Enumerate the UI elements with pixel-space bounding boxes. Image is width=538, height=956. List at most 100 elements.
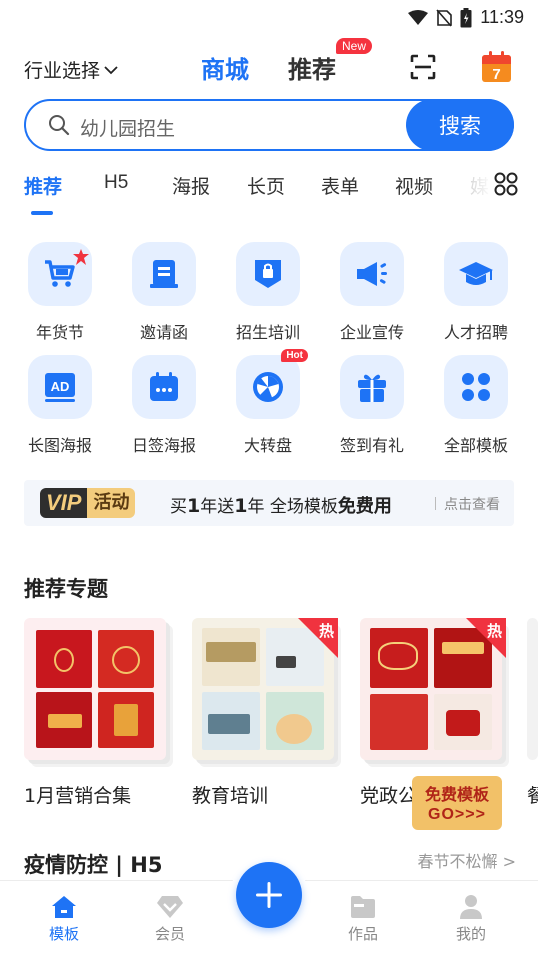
industry-select-label: 行业选择: [24, 60, 101, 82]
create-button[interactable]: [236, 862, 302, 928]
industry-select[interactable]: 行业选择: [24, 56, 118, 83]
feature-label: 邀请函: [139, 323, 188, 342]
epidemic-title: 疫情防控 | H5: [24, 853, 163, 877]
tab-video[interactable]: 视频: [395, 172, 433, 199]
search-icon: [49, 115, 70, 136]
promo-free: 免费用: [337, 496, 392, 517]
tab-form[interactable]: 表单: [321, 172, 359, 199]
new-badge: New: [336, 38, 373, 54]
gift-icon: [340, 355, 404, 419]
tab-recommend-category[interactable]: 推荐: [24, 172, 62, 199]
tab-fade: [462, 172, 492, 202]
nav-templates[interactable]: 模板: [34, 893, 94, 944]
nav-label: 模板: [48, 925, 79, 943]
hot-label: 热: [486, 622, 502, 640]
status-time: 11:39: [480, 7, 524, 27]
home-icon: [52, 896, 76, 918]
bottom-nav: 模板 会员 作品 我的: [0, 856, 538, 956]
svg-text:AD: AD: [51, 379, 70, 394]
free-badge-line1: 免费模板: [424, 785, 489, 804]
topic-name: 1月营销合集: [24, 785, 132, 807]
active-tab-indicator: [31, 211, 53, 215]
vip-promo: 买1年送1年 全场模板免费用: [170, 492, 392, 518]
recommended-title: 推荐专题: [24, 577, 108, 601]
divider: [435, 497, 436, 510]
feature-label: 人才招聘: [443, 323, 508, 342]
feature-new-year[interactable]: 年货节: [10, 242, 110, 343]
nav-label: 作品: [347, 925, 378, 943]
tab-h5[interactable]: H5: [104, 172, 128, 194]
feature-label: 企业宣传: [339, 323, 404, 342]
feature-corporate[interactable]: 企业宣传: [322, 242, 422, 343]
free-template-badge[interactable]: 免费模板 GO>>>: [412, 776, 502, 830]
feature-wheel[interactable]: Hot 大转盘: [218, 349, 318, 456]
feature-label: 大转盘: [243, 436, 292, 455]
vip-tag: VIP 活动: [40, 488, 136, 518]
calendar-day: 7: [492, 66, 500, 83]
invitation-icon: [132, 242, 196, 306]
tab-mall[interactable]: 商城: [201, 50, 249, 85]
topic-name: 党政公: [360, 785, 418, 807]
topic-name: 教育培训: [192, 785, 269, 807]
vip-banner[interactable]: VIP 活动 买1年送1年 全场模板免费用 点击查看: [24, 480, 514, 526]
nav-label: 我的: [455, 925, 486, 943]
feature-label: 长图海报: [27, 436, 92, 455]
feature-daily-poster[interactable]: 日签海报: [114, 355, 214, 456]
feature-long-poster[interactable]: AD 长图海报: [10, 355, 110, 456]
hot-label: 热: [318, 622, 334, 640]
promo-text: 买: [170, 497, 187, 517]
feature-enrollment[interactable]: 招生培训: [218, 242, 318, 343]
apps-icon: [444, 355, 508, 419]
badge-icon: [236, 242, 300, 306]
diamond-icon: [157, 896, 183, 918]
search-bar[interactable]: 幼儿园招生 搜索: [24, 99, 514, 151]
nav-label: 会员: [154, 925, 185, 943]
promo-number: 1: [234, 495, 248, 517]
topic-card-marketing[interactable]: [24, 618, 170, 764]
feature-invitation[interactable]: 邀请函: [114, 242, 214, 343]
feature-label: 全部模板: [443, 436, 508, 455]
promo-number: 1: [187, 495, 201, 517]
search-input[interactable]: 幼儿园招生: [80, 114, 175, 141]
all-categories-icon[interactable]: [494, 172, 518, 196]
feature-label: 签到有礼: [339, 436, 404, 455]
tab-poster[interactable]: 海报: [172, 172, 210, 199]
calendar-icon: [132, 355, 196, 419]
calendar-checkin-icon[interactable]: 7: [481, 51, 512, 83]
no-sim-icon: [436, 8, 453, 27]
epidemic-more-link[interactable]: 春节不松懈 >: [418, 848, 517, 872]
top-header: 行业选择 商城 推荐 New 7: [0, 38, 538, 92]
search-button[interactable]: 搜索: [406, 99, 514, 151]
topic-card-education[interactable]: 热: [192, 618, 338, 764]
megaphone-icon: [340, 242, 404, 306]
scan-icon[interactable]: [410, 54, 436, 80]
topic-card-partial[interactable]: [527, 618, 538, 764]
feature-label: 年货节: [35, 323, 84, 342]
tab-recommend[interactable]: 推荐: [288, 50, 336, 85]
promo-text: 年 全场模板: [247, 497, 338, 517]
vip-activity: 活动: [87, 488, 136, 518]
user-icon: [460, 895, 482, 919]
battery-icon: [460, 7, 472, 27]
promo-text: 年送: [200, 497, 235, 517]
vip-text: VIP: [40, 488, 88, 518]
topic-name: 餐: [527, 785, 538, 807]
free-badge-line2: GO>>>: [428, 806, 486, 823]
tab-long-page[interactable]: 长页: [247, 172, 285, 199]
topic-card-party[interactable]: 热: [360, 618, 506, 764]
nav-profile[interactable]: 我的: [441, 893, 501, 944]
feature-label: 日签海报: [131, 436, 196, 455]
category-tabs: 推荐 H5 海报 长页 表单 视频 媒: [0, 172, 538, 215]
feature-checkin-gift[interactable]: 签到有礼: [322, 355, 422, 456]
wheel-icon: Hot: [236, 349, 308, 419]
nav-works[interactable]: 作品: [333, 893, 393, 944]
folder-icon: [351, 896, 375, 918]
feature-recruitment[interactable]: 人才招聘: [426, 242, 526, 343]
nav-membership[interactable]: 会员: [140, 893, 200, 944]
vip-check-link[interactable]: 点击查看: [444, 494, 500, 514]
feature-label: 招生培训: [235, 323, 300, 342]
plus-icon: [256, 882, 282, 908]
status-bar: 11:39: [0, 0, 538, 36]
cart-icon: [28, 242, 92, 306]
feature-all-templates[interactable]: 全部模板: [426, 355, 526, 456]
